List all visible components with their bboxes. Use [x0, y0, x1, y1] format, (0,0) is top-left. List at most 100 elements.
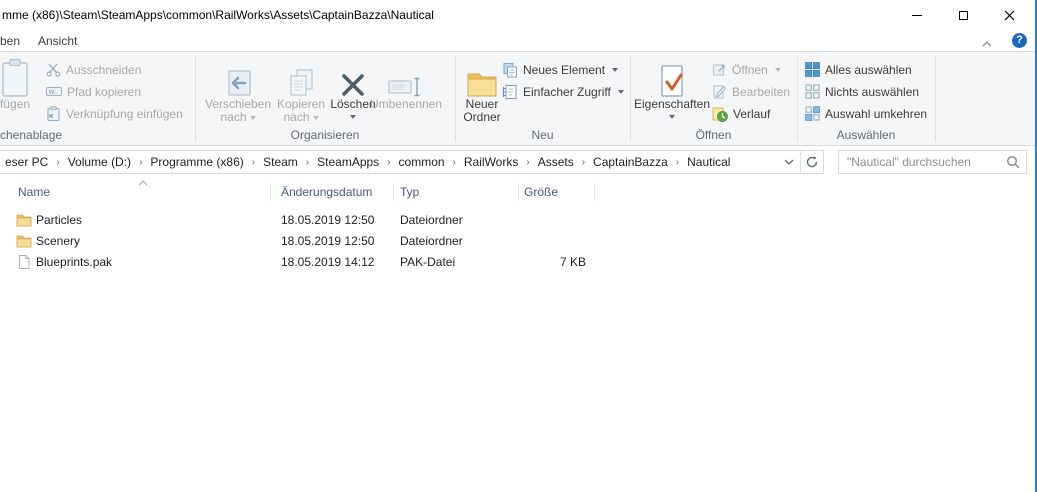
properties-icon — [661, 65, 683, 97]
copy-to-label-2: nach — [283, 110, 310, 124]
group-label-clipboard: chenablage — [0, 128, 63, 142]
copy-to-button[interactable]: Kopieren nach — [273, 56, 329, 124]
open-label: Öffnen — [732, 62, 768, 77]
move-to-button[interactable]: Verschieben nach — [203, 56, 273, 124]
copy-to-icon — [290, 69, 313, 96]
column-divider[interactable] — [594, 183, 595, 201]
edit-label: Bearbeiten — [732, 84, 791, 99]
ribbon-group-open: Eigenschaften Öffnen Bearbeiten Verlauf … — [630, 52, 797, 145]
column-header-date[interactable]: Änderungsdatum — [281, 178, 372, 206]
refresh-button[interactable] — [801, 151, 823, 173]
group-separator — [935, 55, 936, 142]
breadcrumb-separator[interactable]: › — [519, 157, 536, 168]
breadcrumb-item[interactable]: CaptainBazza — [592, 155, 669, 169]
maximize-icon — [958, 10, 968, 20]
breadcrumb-item[interactable]: Volume (D:) — [67, 155, 132, 169]
copy-path-label: Pfad kopieren — [67, 84, 142, 99]
svg-text:W..: W.. — [49, 89, 59, 96]
breadcrumb-item[interactable]: Nautical — [686, 155, 731, 169]
titlebar: mme (x86)\Steam\SteamApps\common\RailWor… — [0, 0, 1035, 30]
edit-button[interactable]: Bearbeiten — [712, 83, 790, 100]
select-none-label: Nichts auswählen — [825, 84, 920, 99]
refresh-icon — [806, 156, 818, 168]
address-bar[interactable]: eser PC › Volume (D:) › Programme (x86) … — [0, 150, 824, 174]
easy-access-icon — [502, 84, 517, 99]
new-item-label: Neues Element — [523, 62, 606, 77]
file-size: 7 KB — [559, 254, 586, 269]
table-row[interactable]: Scenery 18.05.2019 12:50 Dateiordner — [0, 230, 640, 251]
new-folder-button[interactable]: Neuer Ordner — [457, 56, 507, 124]
window-title: mme (x86)\Steam\SteamApps\common\RailWor… — [2, 8, 434, 22]
breadcrumb-separator[interactable]: › — [669, 157, 686, 168]
file-size — [518, 230, 588, 251]
history-button[interactable]: Verlauf — [712, 105, 770, 122]
search-icon — [1006, 155, 1020, 169]
address-dropdown-button[interactable] — [778, 151, 800, 173]
breadcrumb-item[interactable]: Assets — [537, 155, 575, 169]
caret-down-icon — [312, 115, 319, 120]
ribbon-collapse-button[interactable] — [981, 37, 993, 51]
copy-path-icon: W.. — [46, 87, 62, 96]
ribbon-tab-row: ben Ansicht ? — [0, 30, 1035, 52]
maximize-button[interactable] — [940, 0, 986, 30]
new-item-button[interactable]: Neues Element — [502, 61, 619, 78]
tab-view[interactable]: Ansicht — [38, 34, 77, 48]
file-list: Name Änderungsdatum Typ Größe Particles … — [0, 178, 1035, 490]
minimize-button[interactable] — [894, 0, 940, 30]
breadcrumb-item[interactable]: common — [398, 155, 446, 169]
copy-path-button[interactable]: W.. Pfad kopieren — [46, 83, 141, 100]
column-header-size[interactable]: Größe — [524, 178, 558, 206]
breadcrumb-separator[interactable]: › — [49, 157, 66, 168]
rename-button[interactable]: Umbenennen — [367, 56, 445, 111]
breadcrumb-separator[interactable]: › — [380, 157, 397, 168]
help-button[interactable]: ? — [1012, 33, 1027, 48]
table-row[interactable]: Particles 18.05.2019 12:50 Dateiordner — [0, 209, 640, 230]
edit-icon — [713, 85, 727, 99]
caret-down-icon — [249, 115, 256, 120]
breadcrumb-item[interactable]: RailWorks — [463, 155, 519, 169]
cut-button[interactable]: Ausschneiden — [46, 61, 141, 78]
column-divider[interactable] — [393, 183, 394, 201]
history-icon — [712, 107, 728, 122]
ribbon-group-organize: Verschieben nach Kopieren nach Löschen U… — [195, 52, 455, 145]
column-header-name[interactable]: Name — [18, 178, 50, 206]
column-divider[interactable] — [270, 183, 271, 201]
tab-share[interactable]: ben — [0, 34, 20, 48]
table-row[interactable]: Blueprints.pak 18.05.2019 14:12 PAK-Date… — [0, 251, 640, 272]
invert-selection-button[interactable]: Auswahl umkehren — [805, 105, 927, 122]
clipboard-paste-icon — [2, 58, 28, 97]
breadcrumb-separator[interactable]: › — [299, 157, 316, 168]
paste-button[interactable]: infügen — [0, 56, 46, 111]
search-box — [838, 150, 1027, 174]
select-all-icon — [805, 62, 820, 77]
breadcrumb-item[interactable]: Programme (x86) — [149, 155, 244, 169]
select-none-button[interactable]: Nichts auswählen — [805, 83, 919, 100]
search-button[interactable] — [1000, 155, 1026, 169]
sort-ascending-icon — [138, 180, 148, 186]
search-input[interactable] — [839, 155, 1000, 169]
history-label: Verlauf — [733, 106, 771, 121]
select-all-button[interactable]: Alles auswählen — [805, 61, 912, 78]
close-button[interactable] — [986, 0, 1032, 30]
column-divider[interactable] — [518, 183, 519, 201]
breadcrumb: eser PC › Volume (D:) › Programme (x86) … — [0, 155, 778, 169]
breadcrumb-item[interactable]: eser PC — [4, 155, 49, 169]
file-date: 18.05.2019 14:12 — [281, 254, 375, 269]
new-folder-label-2: Ordner — [463, 110, 501, 124]
properties-button[interactable]: Eigenschaften — [632, 56, 712, 121]
breadcrumb-item[interactable]: Steam — [262, 155, 299, 169]
breadcrumb-separator[interactable]: › — [245, 157, 262, 168]
breadcrumb-separator[interactable]: › — [132, 157, 149, 168]
column-header-type[interactable]: Typ — [400, 178, 419, 206]
breadcrumb-separator[interactable]: › — [446, 157, 463, 168]
paste-label: infügen — [0, 97, 30, 111]
chevron-down-icon — [784, 159, 794, 165]
breadcrumb-separator[interactable]: › — [575, 157, 592, 168]
easy-access-button[interactable]: Einfacher Zugriff — [502, 83, 624, 100]
select-all-label: Alles auswählen — [825, 62, 912, 77]
open-button[interactable]: Öffnen — [712, 61, 781, 78]
folder-icon — [16, 214, 32, 226]
paste-shortcut-button[interactable]: Verknüpfung einfügen — [46, 105, 183, 122]
breadcrumb-item[interactable]: SteamApps — [316, 155, 380, 169]
ribbon-group-select: Alles auswählen Nichts auswählen Auswahl… — [797, 52, 935, 145]
